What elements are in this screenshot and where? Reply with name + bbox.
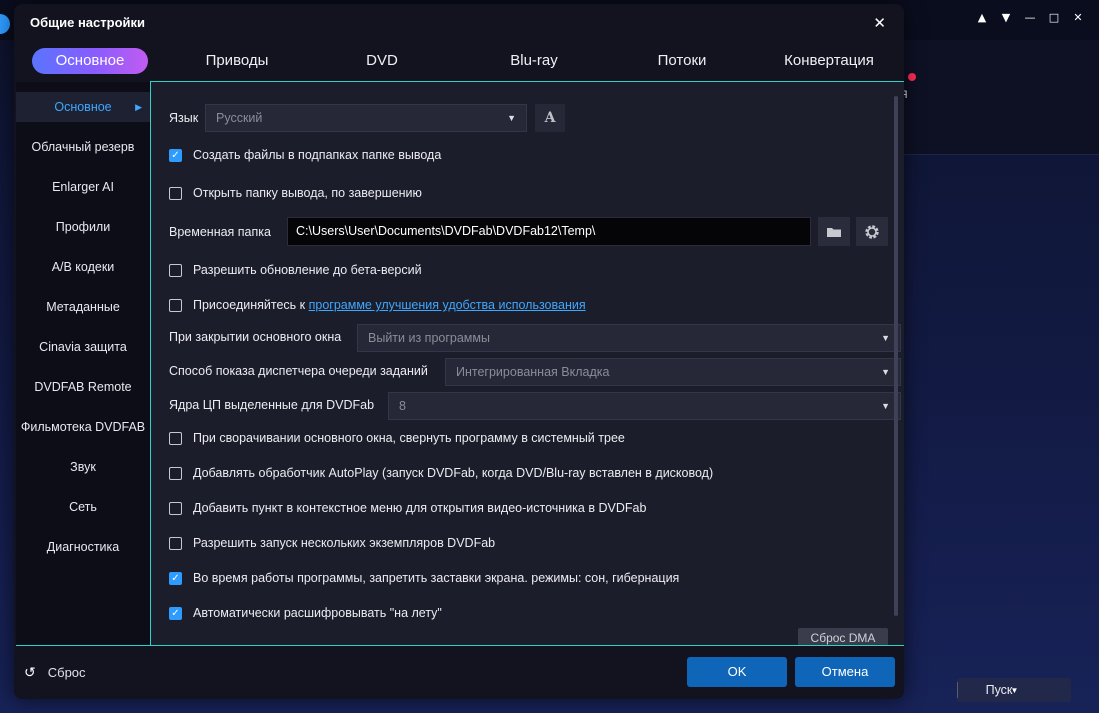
option-label: Открыть папку вывода, по завершению (193, 186, 422, 200)
option-context-menu[interactable]: Добавить пункт в контекстное меню для от… (169, 501, 646, 515)
chevron-down-icon: ▼ (507, 113, 516, 123)
start-button-label: Пуск (985, 683, 1013, 697)
language-label: Язык (169, 111, 199, 125)
chevron-down-icon: ▼ (881, 401, 890, 411)
on-close-label: При закрытии основного окна (169, 330, 342, 344)
checkbox-multi-instance[interactable] (169, 536, 182, 550)
sidebar-item-cloud[interactable]: Облачный резерв (16, 132, 150, 162)
background-toolbar (904, 40, 1099, 155)
start-button[interactable]: Пуск ▼ (957, 678, 1071, 702)
option-beta-updates[interactable]: Разрешить обновление до бета-версий (169, 263, 422, 277)
checkbox-open-output[interactable] (169, 186, 182, 200)
tab-bluray[interactable]: Blu-ray (492, 48, 576, 74)
sidebar-item-general[interactable]: Основное ▶ (16, 92, 150, 122)
option-label: При сворачивании основного окна, свернут… (193, 431, 625, 445)
on-close-select[interactable]: Выйти из программы ▼ (357, 324, 901, 352)
option-label: Добавлять обработчик AutoPlay (запуск DV… (193, 466, 714, 480)
sidebar-item-cinavia[interactable]: Cinavia защита (16, 332, 150, 362)
option-label: Автоматически расшифровывать "на лету" (193, 606, 442, 620)
sidebar-item-network[interactable]: Сеть (16, 492, 150, 522)
settings-content: Язык Русский ▼ A ✓ Создать файлы в подпа… (151, 82, 904, 645)
menu-icon[interactable]: ▼ (999, 10, 1013, 24)
queue-value: Интегрированная Вкладка (456, 365, 610, 379)
sidebar-item-enlarger[interactable]: Enlarger AI (16, 172, 150, 202)
option-join-program[interactable]: Присоединяйтесь к программе улучшения уд… (169, 298, 586, 312)
close-app-icon[interactable]: ✕ (1071, 10, 1085, 24)
dialog-title: Общие настройки (30, 15, 145, 30)
option-open-output[interactable]: Открыть папку вывода, по завершению (169, 186, 422, 200)
option-label: Разрешить обновление до бета-версий (193, 263, 422, 277)
window-controls: ▲ ▼ — □ ✕ (975, 10, 1085, 24)
improvement-program-link[interactable]: программе улучшения удобства использован… (309, 298, 586, 312)
option-label: Во время работы программы, запретить зас… (193, 571, 680, 585)
reset-icon: ↺ (24, 664, 36, 680)
sidebar-item-diagnostics[interactable]: Диагностика (16, 532, 150, 562)
tab-dvd[interactable]: DVD (342, 48, 422, 74)
gear-icon (865, 224, 879, 239)
option-label: Присоединяйтесь к (193, 298, 306, 312)
close-icon[interactable]: ✕ (873, 14, 886, 32)
sidebar-item-codecs[interactable]: A/B кодеки (16, 252, 150, 282)
tab-streams[interactable]: Потоки (642, 48, 722, 74)
checkbox-autoplay[interactable] (169, 466, 182, 480)
minimize-icon[interactable]: — (1023, 10, 1037, 24)
cancel-button[interactable]: Отмена (795, 657, 895, 687)
checkbox-prevent-sleep[interactable]: ✓ (169, 571, 182, 585)
reset-label: Сброс (47, 665, 86, 680)
skin-icon[interactable]: ▲ (975, 10, 989, 24)
language-value: Русский (216, 111, 263, 125)
cpu-value: 8 (399, 399, 406, 413)
language-select[interactable]: Русский ▼ (205, 104, 527, 132)
folder-browse-button[interactable] (818, 217, 850, 246)
sidebar-item-library[interactable]: Фильмотека DVDFAB (16, 412, 150, 442)
on-close-value: Выйти из программы (368, 331, 490, 345)
tab-general[interactable]: Основное (32, 48, 148, 74)
notification-dot (908, 73, 916, 81)
settings-gear-button[interactable] (856, 217, 888, 246)
sidebar-item-metadata[interactable]: Метаданные (16, 292, 150, 322)
option-create-subfolders[interactable]: ✓ Создать файлы в подпапках папке вывода (169, 148, 441, 162)
checkbox-context-menu[interactable] (169, 501, 182, 515)
sidebar-item-audio[interactable]: Звук (16, 452, 150, 482)
checkbox-beta-updates[interactable] (169, 263, 182, 277)
ok-button[interactable]: OK (687, 657, 787, 687)
sidebar: Основное ▶ Облачный резерв Enlarger AI П… (16, 82, 150, 645)
tab-conversion[interactable]: Конвертация (774, 48, 884, 74)
sidebar-item-profiles[interactable]: Профили (16, 212, 150, 242)
checkbox-minimize-tray[interactable] (169, 431, 182, 445)
footer-divider (16, 645, 904, 646)
option-auto-decrypt[interactable]: ✓ Автоматически расшифровывать "на лету" (169, 606, 442, 620)
maximize-icon[interactable]: □ (1047, 10, 1061, 24)
queue-label: Способ показа диспетчера очереди заданий (169, 364, 428, 378)
folder-icon (827, 227, 841, 237)
cpu-select[interactable]: 8 ▼ (388, 392, 901, 420)
cpu-label: Ядра ЦП выделенные для DVDFab (169, 398, 375, 412)
option-prevent-sleep[interactable]: ✓ Во время работы программы, запретить з… (169, 571, 679, 585)
sidebar-item-label: Основное (54, 100, 112, 114)
option-minimize-tray[interactable]: При сворачивании основного окна, свернут… (169, 431, 625, 445)
option-label: Разрешить запуск нескольких экземпляров … (193, 536, 496, 550)
reset-dma-button[interactable]: Сброс DMA (798, 628, 888, 645)
checkbox-auto-decrypt[interactable]: ✓ (169, 606, 182, 620)
chevron-down-icon: ▼ (881, 333, 890, 343)
scrollbar[interactable] (894, 96, 898, 616)
sidebar-item-remote[interactable]: DVDFAB Remote (16, 372, 150, 402)
temp-folder-input[interactable]: C:\Users\User\Documents\DVDFab\DVDFab12\… (287, 217, 811, 246)
chevron-down-icon: ▼ (881, 367, 890, 377)
reset-button[interactable]: ↺ Сброс (24, 664, 86, 681)
option-autoplay[interactable]: Добавлять обработчик AutoPlay (запуск DV… (169, 466, 713, 480)
temp-folder-label: Временная папка (169, 225, 271, 239)
option-label: Создать файлы в подпапках папке вывода (193, 148, 442, 162)
queue-select[interactable]: Интегрированная Вкладка ▼ (445, 358, 901, 386)
checkbox-create-subfolders[interactable]: ✓ (169, 148, 182, 162)
option-label: Добавить пункт в контекстное меню для от… (193, 501, 647, 515)
checkbox-join-program[interactable] (169, 298, 182, 312)
settings-dialog: Общие настройки ✕ Основное Приводы DVD B… (14, 4, 904, 699)
chevron-right-icon: ▶ (135, 102, 142, 112)
tab-bar: Основное Приводы DVD Blu-ray Потоки Конв… (32, 48, 892, 74)
font-button[interactable]: A (535, 104, 565, 132)
option-multi-instance[interactable]: Разрешить запуск нескольких экземпляров … (169, 536, 495, 550)
tab-drives[interactable]: Приводы (187, 48, 287, 74)
